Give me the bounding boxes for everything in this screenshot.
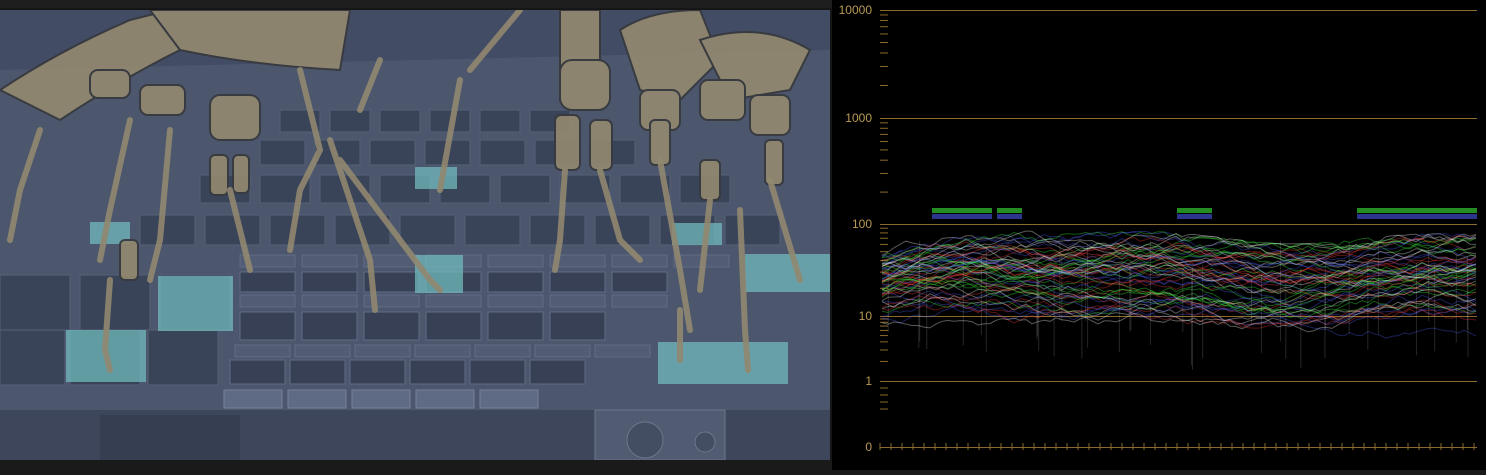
waveform-trace [881, 296, 1477, 328]
waveform-highlight [932, 208, 962, 213]
waveform-highlight [1177, 214, 1212, 219]
waveform-highlight [962, 208, 992, 213]
waveform-highlight [962, 214, 992, 219]
image-viewer[interactable] [0, 10, 830, 460]
log-waveform-scope: 10000 1000 100 10 1 0 [832, 0, 1486, 470]
waveform-highlight [1357, 214, 1477, 219]
waveform-highlight [997, 214, 1022, 219]
waveform-highlight [932, 214, 962, 219]
waveform-highlight [997, 208, 1022, 213]
waveform-traces [879, 14, 1477, 450]
viewer-image [0, 10, 830, 460]
waveform-highlight [1357, 208, 1477, 213]
waveform-highlight [1177, 208, 1212, 213]
